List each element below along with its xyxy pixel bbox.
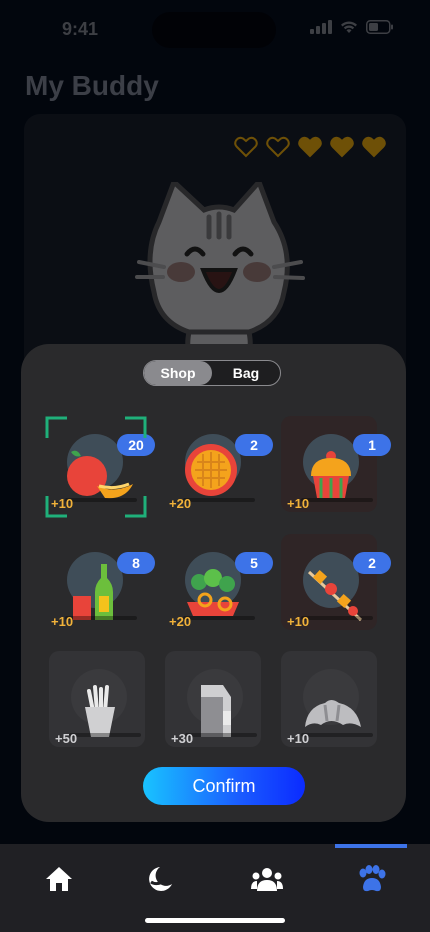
food-item-fruit[interactable]: 20 +10 (45, 416, 155, 512)
item-reward: +20 (169, 496, 192, 511)
item-reward: +10 (287, 614, 310, 629)
home-indicator (145, 918, 285, 923)
item-count-badge: 8 (117, 552, 155, 574)
paw-icon (359, 865, 386, 892)
item-count-badge: 5 (235, 552, 273, 574)
food-item-fries[interactable]: +50 (49, 651, 145, 747)
heart-filled-icon (362, 136, 386, 158)
heart-empty-icon (234, 136, 258, 158)
status-time: 9:41 (62, 19, 99, 39)
shop-bag-toggle: Shop Bag (143, 360, 281, 386)
item-count-badge: 2 (235, 434, 273, 456)
dynamic-island (152, 12, 276, 48)
item-reward: +10 (51, 496, 74, 511)
nav-home[interactable] (23, 844, 95, 914)
food-item-skewer[interactable]: 2 +10 (281, 534, 391, 630)
item-reward: +30 (171, 731, 194, 746)
tab-shop[interactable]: Shop (144, 361, 212, 385)
nav-buddy[interactable] (335, 844, 407, 914)
item-count-badge: 2 (353, 552, 391, 574)
heart-empty-icon (266, 136, 290, 158)
friends-icon (251, 868, 283, 891)
signal-icon (310, 20, 332, 34)
food-item-croissant[interactable]: +10 (281, 651, 377, 747)
page-title: My Buddy (25, 70, 159, 101)
nav-friends[interactable] (231, 844, 303, 914)
hearts-rating (234, 136, 386, 158)
food-item-milk[interactable]: +30 (165, 651, 261, 747)
food-item-drink[interactable]: 8 +10 (45, 534, 155, 630)
item-reward: +10 (287, 731, 310, 746)
cat-buddy-image (135, 182, 305, 362)
food-item-salad[interactable]: 5 +20 (163, 534, 273, 630)
item-reward: +10 (51, 614, 74, 629)
bottom-nav (0, 844, 430, 932)
food-item-waffle[interactable]: 2 +20 (163, 416, 273, 512)
item-reward: +20 (169, 614, 192, 629)
heart-filled-icon (298, 136, 322, 158)
tab-bag[interactable]: Bag (212, 361, 280, 385)
battery-icon (366, 20, 393, 34)
status-bar: 9:41 (0, 0, 430, 60)
item-count-badge: 1 (353, 434, 391, 456)
food-item-cupcake[interactable]: 1 +10 (281, 416, 391, 512)
confirm-button[interactable]: Confirm (143, 767, 305, 805)
status-icons (310, 20, 394, 34)
feed-sheet: Shop Bag 20 +10 2 +20 1 +10 8 +10 5 +20 … (21, 344, 406, 822)
nav-sleep[interactable] (124, 844, 196, 914)
item-count-badge: 20 (117, 434, 155, 456)
wifi-icon (341, 21, 357, 33)
moon-icon (149, 867, 172, 891)
item-reward: +10 (287, 496, 310, 511)
home-icon (46, 867, 72, 891)
heart-filled-icon (330, 136, 354, 158)
item-reward: +50 (55, 731, 78, 746)
